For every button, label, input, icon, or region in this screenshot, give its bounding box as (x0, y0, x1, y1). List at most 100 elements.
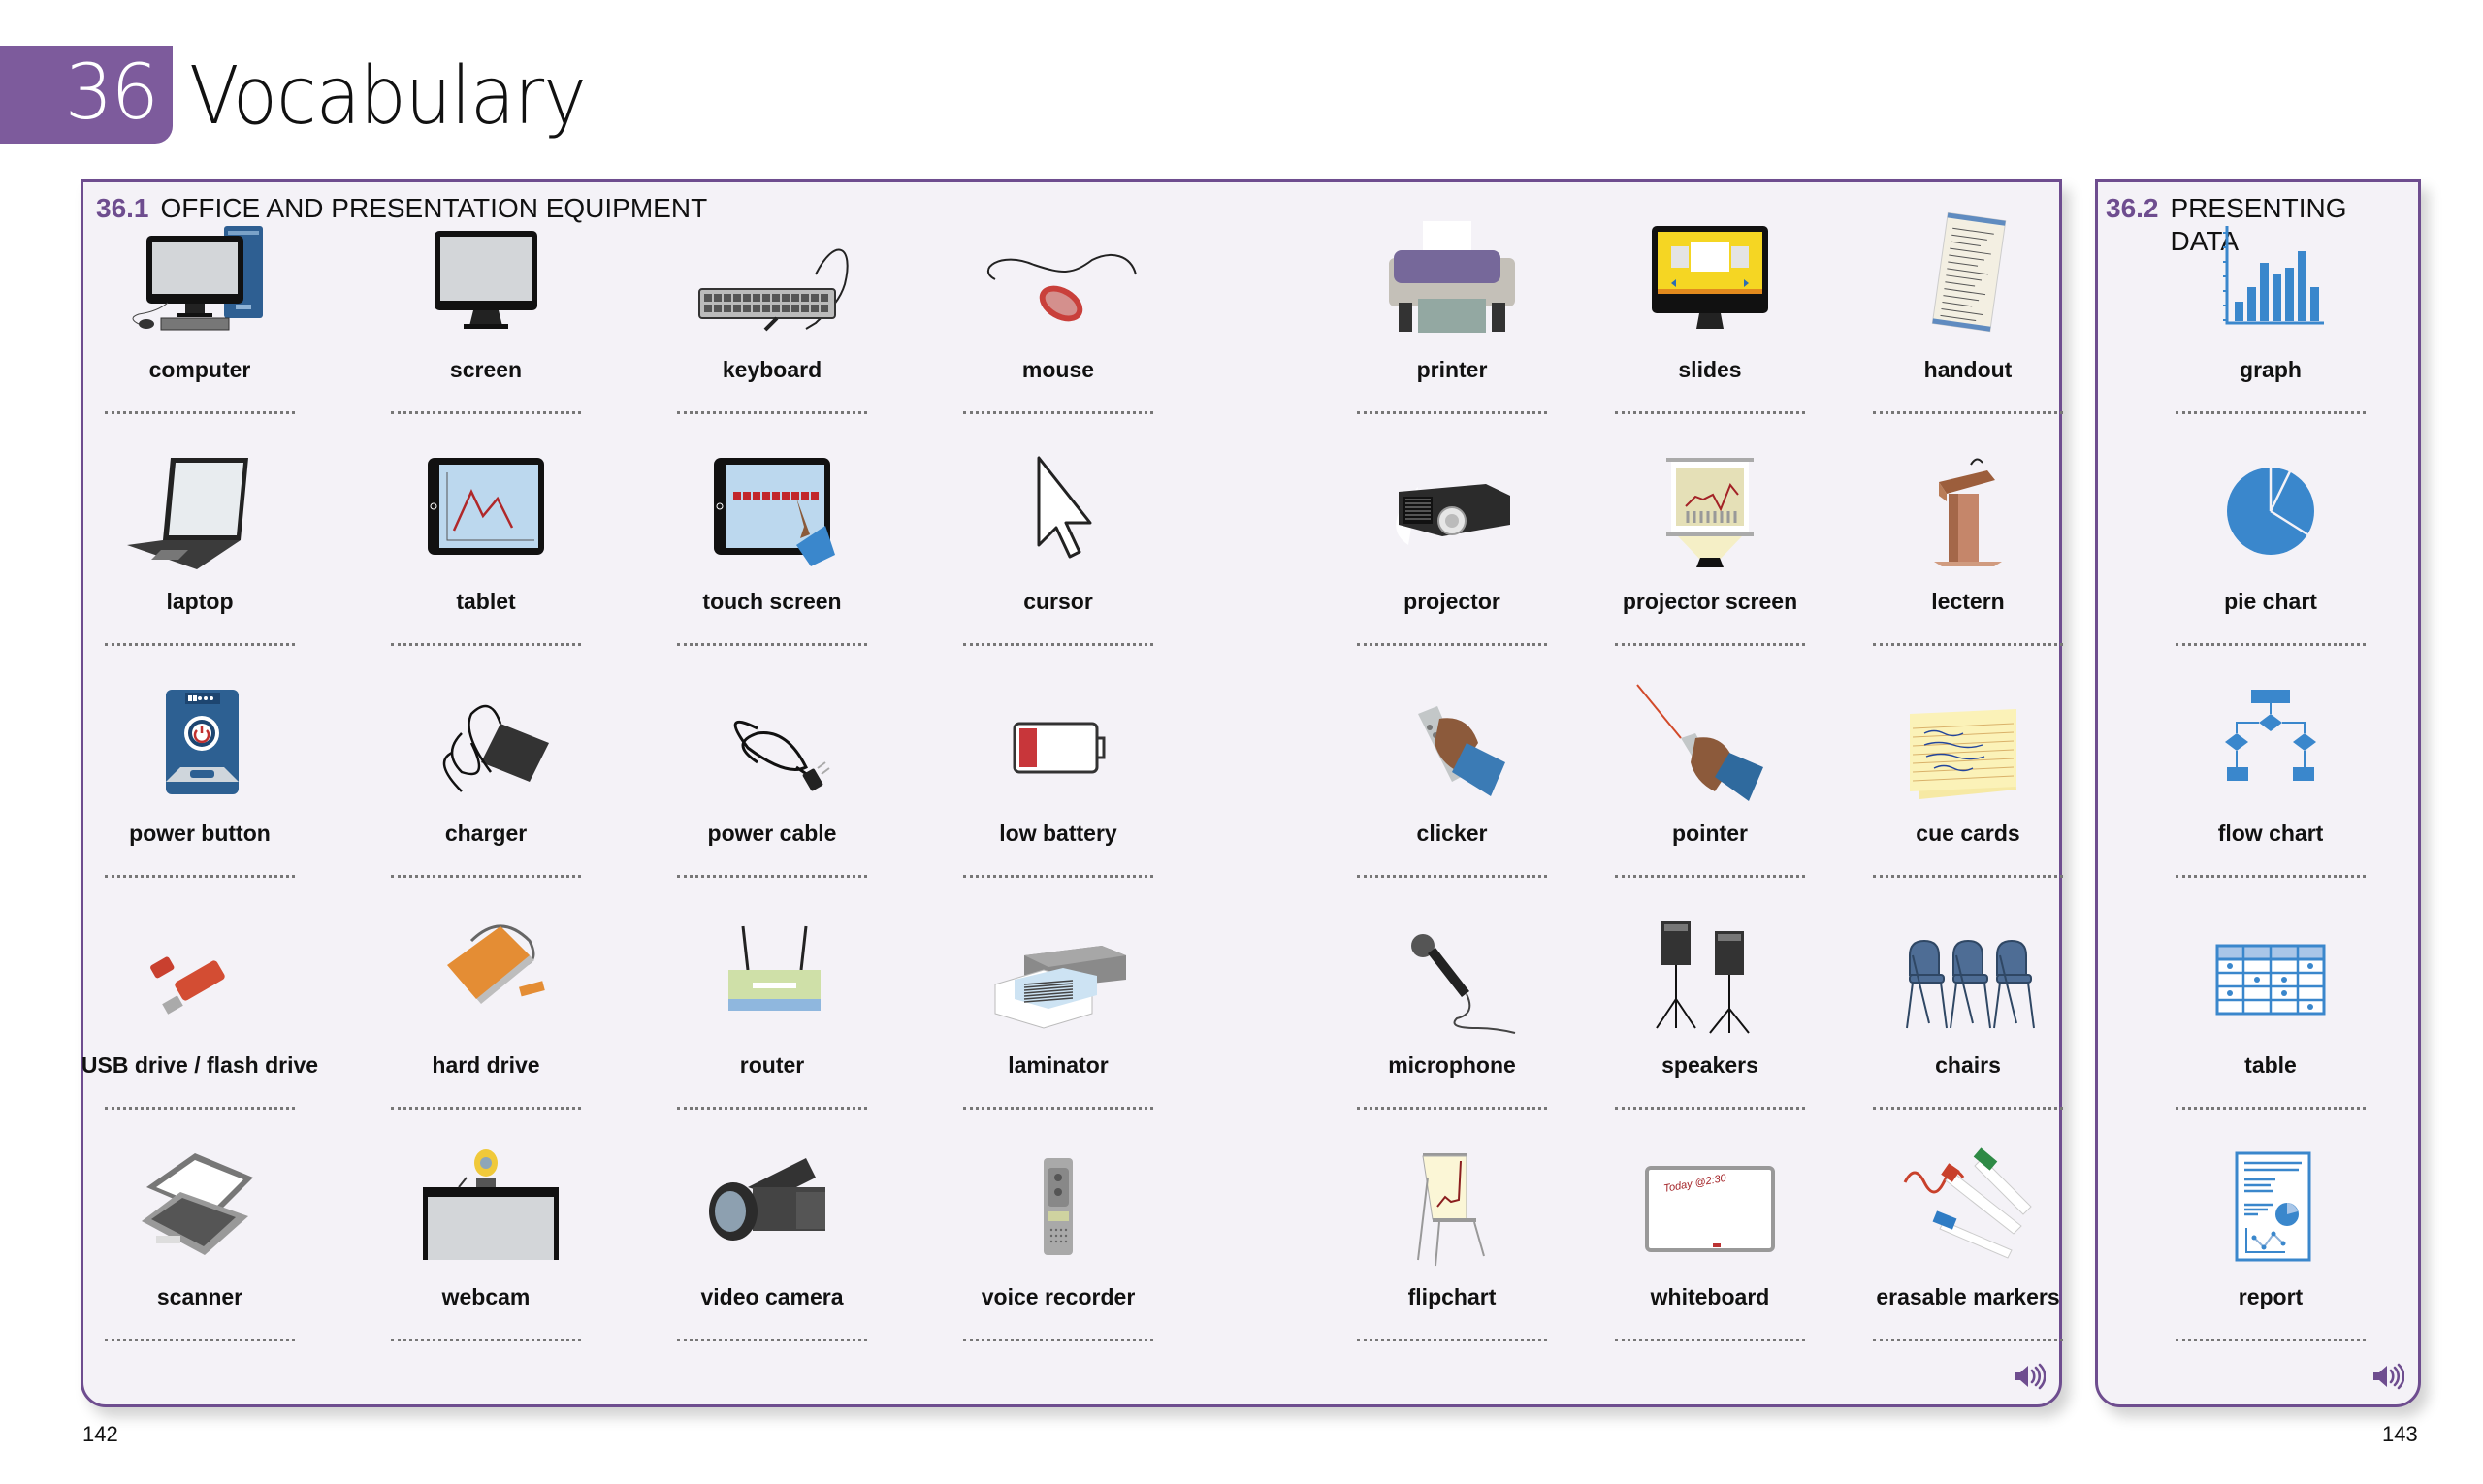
slides-icon (1637, 221, 1783, 338)
vocab-label: cursor (1023, 589, 1093, 614)
answer-line[interactable] (1615, 875, 1805, 878)
vocab-label: scanner (156, 1284, 243, 1309)
answer-line[interactable] (2176, 875, 2366, 878)
hard-drive-icon (413, 917, 559, 1033)
vocab-label: webcam (441, 1284, 531, 1309)
power-button-icon (127, 685, 273, 801)
vocab-item: power cable (646, 675, 898, 898)
answer-line[interactable] (1873, 643, 2063, 646)
answer-line[interactable] (677, 643, 867, 646)
vocab-item: projector screen (1584, 443, 1836, 666)
table-icon (2198, 917, 2343, 1033)
vocab-item: pointer (1584, 675, 1836, 898)
section-office-equipment: 36.1 OFFICE AND PRESENTATION EQUIPMENT co… (81, 179, 2063, 1407)
vocab-label: slides (1678, 357, 1742, 382)
answer-line[interactable] (1357, 411, 1547, 414)
vocab-item: laminator (932, 907, 1184, 1130)
speakers-icon (1637, 917, 1783, 1034)
answer-line[interactable] (1615, 1339, 1805, 1341)
answer-line[interactable] (677, 411, 867, 414)
charger-icon (413, 685, 559, 801)
vocab-label: whiteboard (1650, 1284, 1770, 1309)
answer-line[interactable] (391, 643, 581, 646)
vocab-label: tablet (456, 589, 516, 614)
answer-line[interactable] (1357, 875, 1547, 878)
keyboard-icon (698, 221, 849, 338)
vocab-label: screen (449, 357, 523, 382)
answer-line[interactable] (2176, 1107, 2366, 1110)
answer-line[interactable] (105, 1339, 295, 1341)
speaker-audio-icon[interactable] (2013, 1362, 2046, 1391)
vocab-label: chairs (1935, 1052, 2001, 1078)
vocab-item: handout (1842, 211, 2094, 435)
vocab-item: cursor (932, 443, 1184, 666)
vocab-label: clicker (1416, 821, 1488, 846)
page-number-left: 142 (82, 1422, 118, 1446)
mouse-icon (985, 221, 1137, 338)
answer-line[interactable] (677, 1107, 867, 1110)
answer-line[interactable] (391, 411, 581, 414)
answer-line[interactable] (105, 1107, 295, 1110)
answer-line[interactable] (963, 1339, 1153, 1341)
answer-line[interactable] (105, 411, 295, 414)
microphone-icon (1379, 917, 1525, 1034)
vocab-label: low battery (999, 821, 1117, 846)
vocab-label: cue cards (1916, 821, 2020, 846)
vocab-label: report (2238, 1284, 2304, 1309)
vocab-label: charger (444, 821, 528, 846)
speaker-audio-icon[interactable] (2371, 1362, 2404, 1391)
vocab-label: graph (2240, 357, 2302, 382)
answer-line[interactable] (677, 1339, 867, 1341)
vocab-item: voice recorder (932, 1139, 1184, 1362)
answer-line[interactable] (1873, 875, 2063, 878)
answer-line[interactable] (391, 875, 581, 878)
chapter-number: 36 (64, 49, 159, 137)
answer-line[interactable] (391, 1107, 581, 1110)
vocab-label: keyboard (722, 357, 822, 382)
answer-line[interactable] (391, 1339, 581, 1341)
bar-graph-icon (2198, 221, 2343, 338)
answer-line[interactable] (105, 875, 295, 878)
answer-line[interactable] (1873, 1339, 2063, 1341)
vocab-label: video camera (700, 1284, 844, 1309)
page-number-right: 143 (2382, 1422, 2418, 1446)
report-icon (2198, 1148, 2343, 1265)
vocab-item: router (646, 907, 898, 1130)
answer-line[interactable] (2176, 643, 2366, 646)
answer-line[interactable] (1873, 1107, 2063, 1110)
answer-line[interactable] (963, 875, 1153, 878)
laptop-icon (127, 453, 273, 569)
vocab-label: mouse (1021, 357, 1095, 382)
answer-line[interactable] (963, 643, 1153, 646)
answer-line[interactable] (2176, 411, 2366, 414)
answer-line[interactable] (1615, 411, 1805, 414)
answer-line[interactable] (2176, 1339, 2366, 1341)
vocab-item: table (2144, 907, 2397, 1130)
vocab-item: webcam (360, 1139, 612, 1362)
answer-line[interactable] (1873, 411, 2063, 414)
answer-line[interactable] (963, 411, 1153, 414)
vocab-label: handout (1923, 357, 2013, 382)
answer-line[interactable] (1357, 1107, 1547, 1110)
answer-line[interactable] (677, 875, 867, 878)
answer-line[interactable] (1615, 1107, 1805, 1110)
vocab-label: speakers (1661, 1052, 1758, 1078)
vocab-item: speakers (1584, 907, 1836, 1130)
answer-line[interactable] (1357, 1339, 1547, 1341)
monitor-icon (413, 221, 559, 338)
vocab-item: pie chart (2144, 443, 2397, 666)
vocab-label: laminator (1008, 1052, 1109, 1078)
answer-line[interactable] (1615, 643, 1805, 646)
answer-line[interactable] (105, 643, 295, 646)
answer-line[interactable] (1357, 643, 1547, 646)
answer-line[interactable] (963, 1107, 1153, 1110)
power-cable-icon (699, 685, 845, 801)
vocab-item: microphone (1326, 907, 1578, 1130)
vocab-label: computer (148, 357, 251, 382)
video-camera-icon (699, 1148, 845, 1265)
markers-icon (1895, 1147, 2041, 1265)
vocab-item: report (2144, 1139, 2397, 1362)
vocab-label: erasable markers (1876, 1284, 2060, 1309)
touch-screen-icon (699, 453, 845, 569)
vocab-item: mouse (932, 211, 1184, 435)
